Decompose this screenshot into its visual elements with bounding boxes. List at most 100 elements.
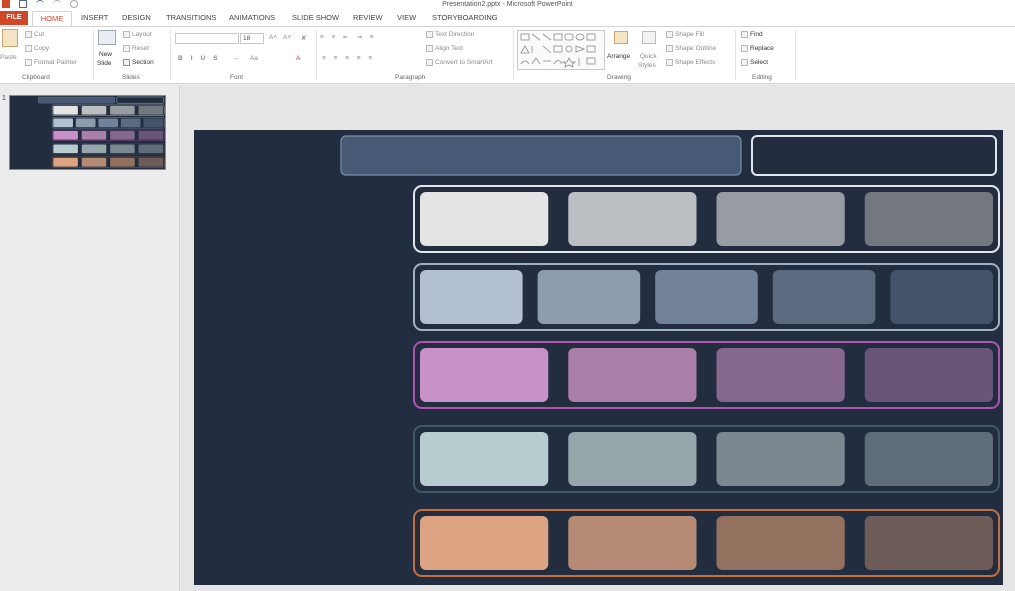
color-swatch[interactable] [420,432,549,486]
layout-button[interactable]: Layout [123,31,152,38]
color-swatch[interactable] [890,270,993,324]
color-swatch[interactable] [81,105,107,115]
arrange-button[interactable]: Arrange [607,53,630,60]
paste-button[interactable]: Paste [0,54,17,61]
color-swatch[interactable] [110,144,135,154]
align-text-button[interactable]: Align Text [426,45,463,52]
color-swatch[interactable] [864,192,993,246]
color-swatch[interactable] [81,130,107,140]
color-swatch[interactable] [568,192,697,246]
change-case-icon[interactable]: Aa [250,55,258,62]
color-swatch[interactable] [98,118,119,128]
color-swatch[interactable] [53,118,73,128]
tab-review[interactable]: REVIEW [353,13,383,22]
font-name-combobox[interactable] [175,33,239,44]
text-direction-button[interactable]: Text Direction [426,31,474,38]
replace-button[interactable]: Replace [741,45,774,52]
slide-canvas[interactable] [194,130,1003,585]
color-swatch[interactable] [568,348,697,402]
color-swatch[interactable] [138,105,164,115]
slide-thumbnail-preview [10,96,165,169]
shape-effects-button[interactable]: Shape Effects [666,59,715,66]
ribbon: Paste Cut Copy Format Painter Clipboard … [0,26,1015,84]
color-swatch[interactable] [75,118,96,128]
character-spacing-icon[interactable]: ↔ [233,55,240,62]
new-slide-button-line1[interactable]: New [99,51,112,58]
color-swatch[interactable] [53,157,78,167]
increase-font-size-icon[interactable]: A˄ [269,34,277,41]
slide-thumbnails-pane[interactable]: 1 [0,85,180,591]
color-swatch[interactable] [537,270,641,324]
reset-label: Reset [132,45,149,53]
tab-file[interactable]: FILE [0,11,28,25]
convert-smartart-button[interactable]: Convert to SmartArt [426,59,492,66]
bullets-numbering-icons[interactable]: ≡ ≡ ⇤ ⇥ ≡ [320,33,377,41]
color-swatch[interactable] [120,118,141,128]
color-swatch[interactable] [420,348,549,402]
quick-styles-button-line2[interactable]: Styles [638,62,656,69]
copy-button[interactable]: Copy [25,45,49,52]
color-swatch[interactable] [110,157,135,167]
new-slide-button-line2[interactable]: Slide [97,60,111,67]
color-swatch[interactable] [716,192,845,246]
color-swatch[interactable] [716,432,845,486]
color-swatch[interactable] [53,130,78,140]
header-subtitle-box[interactable] [116,96,164,104]
color-swatch[interactable] [655,270,758,324]
shape-outline-button[interactable]: Shape Outline [666,45,716,52]
font-size-combobox[interactable]: 18 [240,33,264,44]
tab-slide-show[interactable]: SLIDE SHOW [292,13,339,22]
reset-button[interactable]: Reset [123,45,149,52]
format-painter-button[interactable]: Format Painter [25,59,77,66]
select-button[interactable]: Select [741,59,768,66]
color-swatch[interactable] [716,348,845,402]
arrange-icon[interactable] [614,31,628,44]
color-swatch[interactable] [81,157,107,167]
color-swatch[interactable] [143,118,164,128]
color-swatch[interactable] [568,516,697,570]
decrease-font-size-icon[interactable]: A˅ [283,34,291,41]
quick-styles-button-line1[interactable]: Quick [640,53,657,60]
color-swatch[interactable] [864,516,993,570]
font-style-icons[interactable]: BIUS [178,55,226,62]
color-swatch[interactable] [864,432,993,486]
clear-formatting-icon[interactable]: ✘ [301,34,306,42]
reset-icon [123,45,130,52]
color-swatch[interactable] [716,516,845,570]
color-swatch[interactable] [772,270,876,324]
tab-home[interactable]: HOME [32,11,72,26]
color-swatch[interactable] [864,348,993,402]
color-swatch[interactable] [420,516,549,570]
tab-storyboarding[interactable]: STORYBOARDING [432,13,498,22]
color-swatch[interactable] [568,432,697,486]
color-swatch[interactable] [110,105,135,115]
quick-styles-icon[interactable] [642,31,656,44]
header-title-box[interactable] [340,135,742,176]
font-color-icon[interactable]: A [296,55,300,62]
slide-thumbnail[interactable] [9,95,166,170]
color-swatch[interactable] [138,144,164,154]
color-swatch[interactable] [53,144,78,154]
color-swatch[interactable] [81,144,107,154]
shape-fill-button[interactable]: Shape Fill [666,31,704,38]
color-swatch[interactable] [53,105,78,115]
shapes-gallery[interactable] [517,30,605,70]
tab-design[interactable]: DESIGN [122,13,151,22]
section-button[interactable]: Section [123,59,154,66]
color-swatch[interactable] [138,157,164,167]
find-button[interactable]: Find [741,31,763,38]
tab-view[interactable]: VIEW [397,13,416,22]
tab-insert[interactable]: INSERT [81,13,108,22]
color-swatch[interactable] [420,270,523,324]
color-swatch[interactable] [420,192,549,246]
tab-transitions[interactable]: TRANSITIONS [166,13,216,22]
header-subtitle-box[interactable] [751,135,997,176]
new-slide-icon[interactable] [98,30,116,45]
paste-icon[interactable] [2,29,18,47]
tab-animations[interactable]: ANIMATIONS [229,13,275,22]
header-title-box[interactable] [38,96,115,104]
color-swatch[interactable] [110,130,135,140]
color-swatch[interactable] [138,130,164,140]
cut-button[interactable]: Cut [25,31,44,38]
alignment-icons[interactable]: ≡ ≡ ≡ ≡ ≡ [322,55,375,62]
